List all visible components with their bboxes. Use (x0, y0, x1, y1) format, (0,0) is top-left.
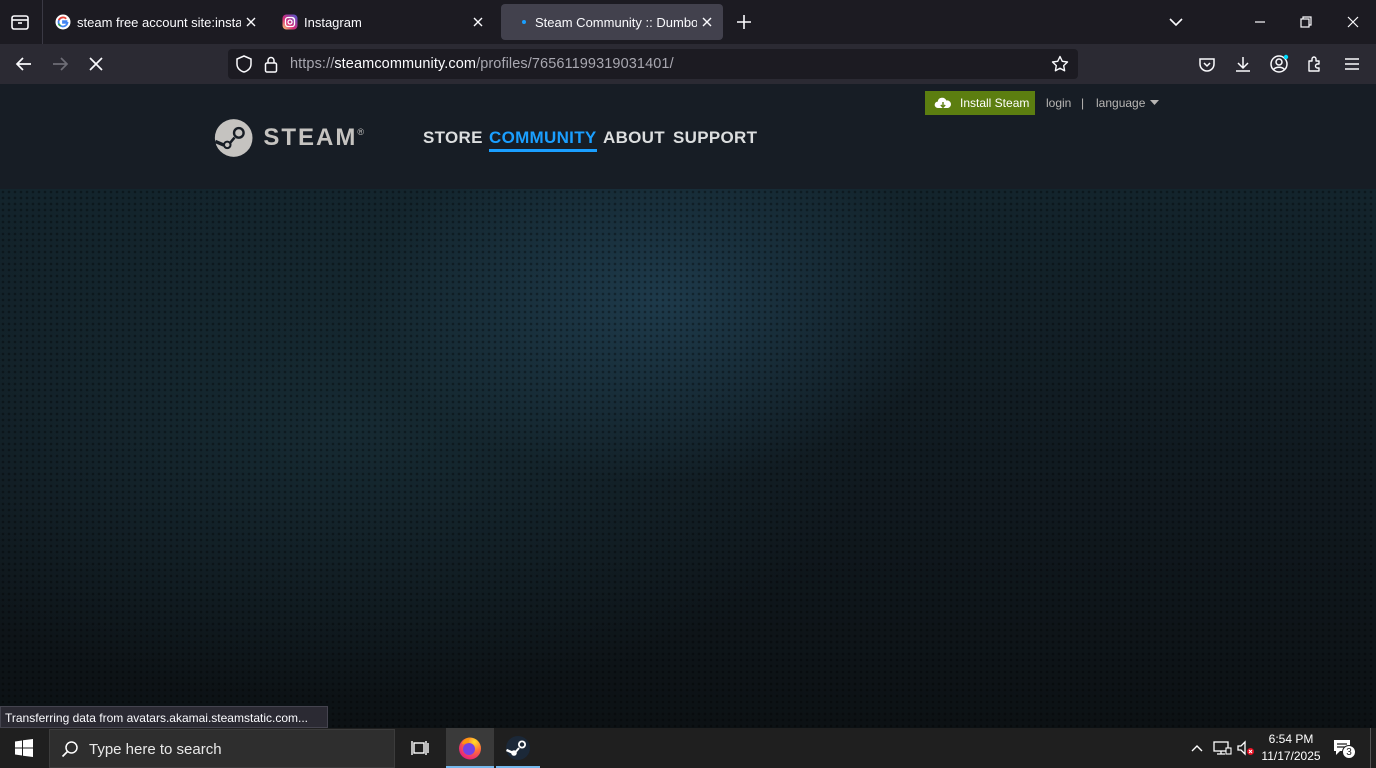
menu-hamburger-icon[interactable] (1338, 50, 1366, 78)
steam-logo[interactable]: STEAM ® (214, 114, 364, 162)
close-tab-icon[interactable] (241, 12, 261, 32)
download-cloud-icon (934, 96, 952, 110)
lock-icon[interactable] (261, 54, 281, 74)
tab-title: steam free account site:instagra (77, 14, 241, 30)
login-link[interactable]: login (1046, 96, 1071, 110)
url-host: steamcommunity.com (334, 56, 477, 72)
firefox-view-icon[interactable] (8, 10, 32, 34)
windows-taskbar: Type here to search 6:54 PM 11/17/2025 3 (0, 728, 1376, 768)
steam-app-icon (506, 736, 530, 760)
tab-google-search[interactable]: steam free account site:instagra (43, 4, 267, 40)
status-bar: Transferring data from avatars.akamai.st… (0, 706, 328, 728)
back-icon[interactable] (10, 50, 38, 78)
steam-global-header: STEAM ® STORE COMMUNITY ABOUT SUPPORT In… (0, 84, 1376, 189)
loading-dot-icon (513, 14, 529, 30)
close-window-icon[interactable] (1343, 12, 1363, 32)
web-page: STEAM ® STORE COMMUNITY ABOUT SUPPORT In… (0, 84, 1376, 728)
url-path: /profiles/76561199319031401/ (476, 56, 674, 72)
firefox-icon (459, 737, 481, 760)
network-icon[interactable] (1212, 739, 1232, 757)
tab-title: Steam Community :: Dumbolov (535, 14, 697, 30)
language-label: language (1096, 96, 1146, 110)
browser-nav-bar: https://steamcommunity.com/profiles/7656… (0, 44, 1376, 84)
clock-time: 6:54 PM (1268, 732, 1314, 746)
steam-logo-text: STEAM (263, 124, 358, 151)
close-tab-icon[interactable] (697, 12, 717, 32)
url-text[interactable]: https://steamcommunity.com/profiles/7656… (290, 56, 674, 72)
nav-support[interactable]: SUPPORT (673, 128, 757, 148)
taskbar-firefox[interactable] (446, 728, 494, 768)
install-steam-button[interactable]: Install Steam (925, 91, 1035, 115)
steam-logo-registered: ® (357, 127, 364, 137)
browser-tab-strip: steam free account site:instagra Instagr… (0, 0, 1376, 44)
url-scheme: https:// (290, 56, 335, 72)
tab-title: Instagram (304, 14, 362, 30)
notification-center-icon[interactable]: 3 (1332, 737, 1358, 761)
header-separator: | (1081, 96, 1085, 110)
caret-down-icon (1150, 100, 1160, 106)
extensions-icon[interactable] (1301, 50, 1329, 78)
nav-community[interactable]: COMMUNITY (489, 128, 597, 152)
tracking-protection-shield-icon[interactable] (234, 54, 254, 74)
account-icon[interactable] (1265, 50, 1293, 78)
volume-muted-icon[interactable] (1236, 739, 1256, 757)
nav-store[interactable]: STORE (423, 128, 483, 148)
tab-instagram[interactable]: Instagram (270, 4, 494, 40)
search-placeholder: Type here to search (89, 741, 222, 758)
minimize-icon[interactable] (1250, 12, 1270, 32)
windows-start-icon[interactable] (0, 728, 48, 768)
taskbar-search-box[interactable]: Type here to search (49, 729, 395, 768)
instagram-icon (282, 14, 298, 30)
stop-loading-icon[interactable] (82, 50, 110, 78)
forward-icon[interactable] (46, 50, 74, 78)
list-all-tabs-icon[interactable] (1166, 12, 1186, 32)
clock-date: 11/17/2025 (1261, 749, 1321, 763)
notification-count-badge: 3 (1342, 745, 1356, 759)
search-icon (61, 740, 79, 763)
language-dropdown[interactable]: language (1096, 96, 1160, 110)
address-bar[interactable]: https://steamcommunity.com/profiles/7656… (228, 49, 1078, 79)
steam-logo-icon (214, 119, 253, 157)
task-view-icon[interactable] (396, 728, 444, 768)
restore-icon[interactable] (1296, 12, 1316, 32)
tab-steam-community[interactable]: Steam Community :: Dumbolov (501, 4, 723, 40)
close-tab-icon[interactable] (468, 12, 488, 32)
bookmark-star-icon[interactable] (1050, 54, 1070, 74)
profile-background (0, 189, 1376, 728)
nav-about[interactable]: ABOUT (603, 128, 665, 148)
show-hidden-icons-icon[interactable] (1189, 740, 1205, 756)
install-steam-label: Install Steam (960, 96, 1030, 110)
new-tab-icon[interactable] (734, 12, 754, 32)
downloads-icon[interactable] (1229, 50, 1257, 78)
pocket-icon[interactable] (1193, 50, 1221, 78)
show-desktop-button[interactable] (1370, 728, 1371, 768)
google-icon (55, 14, 71, 30)
system-clock[interactable]: 6:54 PM 11/17/2025 (1258, 731, 1324, 765)
taskbar-steam[interactable] (496, 728, 540, 768)
